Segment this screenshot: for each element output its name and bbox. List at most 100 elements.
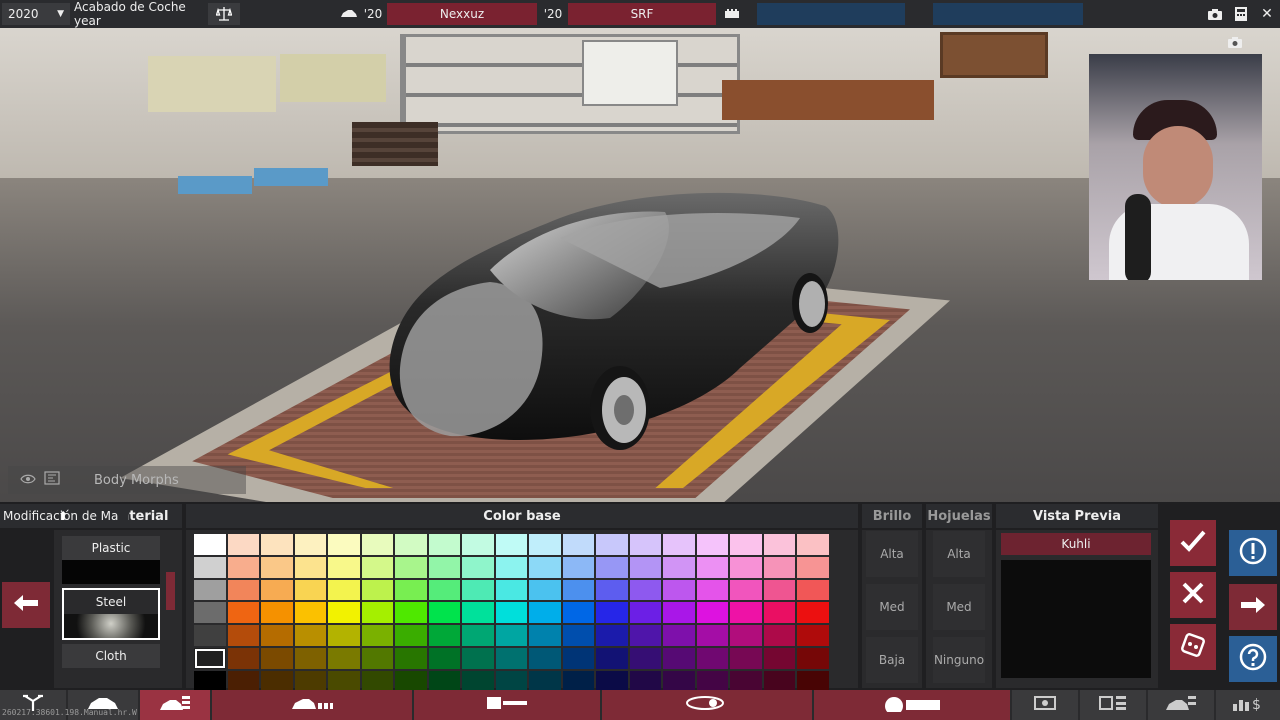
color-swatch[interactable]	[696, 602, 728, 624]
color-swatch[interactable]	[328, 625, 360, 646]
color-swatch[interactable]	[730, 556, 762, 578]
color-swatch[interactable]	[663, 647, 695, 669]
color-swatch[interactable]	[596, 647, 628, 669]
color-swatch[interactable]	[629, 647, 661, 669]
color-swatch[interactable]	[361, 579, 393, 601]
color-swatch[interactable]	[763, 670, 795, 692]
color-swatch[interactable]	[529, 556, 561, 578]
color-swatch[interactable]	[361, 625, 393, 646]
color-swatch[interactable]	[294, 670, 326, 692]
color-swatch[interactable]	[428, 556, 460, 578]
color-swatch[interactable]	[261, 556, 293, 578]
color-swatch[interactable]	[227, 647, 259, 669]
color-swatch[interactable]	[227, 625, 259, 646]
color-swatch[interactable]	[797, 602, 829, 624]
color-swatch[interactable]	[495, 579, 527, 601]
color-swatch[interactable]	[261, 602, 293, 624]
color-swatch[interactable]	[663, 625, 695, 646]
color-swatch[interactable]	[328, 556, 360, 578]
sliders-icon[interactable]	[44, 471, 60, 489]
color-swatch[interactable]	[495, 556, 527, 578]
randomize-button[interactable]	[1170, 624, 1216, 670]
color-swatch[interactable]	[328, 647, 360, 669]
year-selector[interactable]: 2020 ▼	[2, 3, 70, 25]
brillo-med-button[interactable]: Med	[866, 584, 918, 630]
color-swatch[interactable]	[227, 534, 259, 555]
color-swatch[interactable]	[763, 625, 795, 646]
color-swatch[interactable]	[328, 602, 360, 624]
color-swatch[interactable]	[395, 670, 427, 692]
color-swatch[interactable]	[462, 670, 494, 692]
color-swatch[interactable]	[696, 579, 728, 601]
color-swatch[interactable]	[730, 534, 762, 555]
color-swatch[interactable]	[361, 556, 393, 578]
color-swatch[interactable]	[395, 579, 427, 601]
nav-tab-interior[interactable]	[414, 690, 600, 720]
color-swatch[interactable]	[194, 579, 226, 601]
color-swatch[interactable]	[428, 579, 460, 601]
color-swatch[interactable]	[261, 579, 293, 601]
color-swatch[interactable]	[629, 534, 661, 555]
color-swatch[interactable]	[462, 534, 494, 555]
color-swatch[interactable]	[395, 534, 427, 555]
color-swatch[interactable]	[763, 534, 795, 555]
color-swatch[interactable]	[663, 670, 695, 692]
eye-icon[interactable]	[20, 473, 36, 488]
color-swatch[interactable]	[462, 647, 494, 669]
color-swatch[interactable]	[261, 670, 293, 692]
color-swatch[interactable]	[663, 579, 695, 601]
car-name-field[interactable]: Nexxuz	[387, 3, 537, 25]
nav-tab-testing[interactable]	[1148, 690, 1214, 720]
color-swatch[interactable]	[529, 670, 561, 692]
color-swatch[interactable]	[294, 625, 326, 646]
nav-tab-engine[interactable]	[1012, 690, 1078, 720]
color-swatch[interactable]	[428, 534, 460, 555]
color-swatch[interactable]	[663, 556, 695, 578]
color-swatch[interactable]	[428, 670, 460, 692]
color-swatch[interactable]	[428, 625, 460, 646]
info-alert-button[interactable]	[1229, 530, 1277, 576]
scales-icon[interactable]	[208, 3, 240, 25]
color-swatch[interactable]	[294, 602, 326, 624]
color-swatch[interactable]	[797, 625, 829, 646]
color-swatch[interactable]	[261, 534, 293, 555]
color-swatch[interactable]	[361, 602, 393, 624]
calculator-icon[interactable]	[1228, 3, 1254, 25]
color-swatch[interactable]	[227, 579, 259, 601]
color-swatch[interactable]	[696, 670, 728, 692]
camera-icon[interactable]	[1202, 3, 1228, 25]
color-swatch[interactable]	[294, 579, 326, 601]
preview-name-field[interactable]: Kuhli	[1001, 533, 1151, 555]
color-swatch[interactable]	[495, 534, 527, 555]
color-swatch[interactable]	[730, 625, 762, 646]
color-swatch[interactable]	[462, 579, 494, 601]
color-swatch[interactable]	[663, 602, 695, 624]
brillo-high-button[interactable]: Alta	[866, 531, 918, 577]
color-swatch[interactable]	[797, 534, 829, 555]
color-swatch[interactable]	[227, 670, 259, 692]
color-swatch[interactable]	[596, 670, 628, 692]
color-swatch[interactable]	[596, 579, 628, 601]
color-swatch[interactable]	[227, 556, 259, 578]
hojuelas-high-button[interactable]: Alta	[933, 531, 985, 577]
color-swatch[interactable]	[495, 670, 527, 692]
color-swatch[interactable]	[763, 556, 795, 578]
nav-tab-finance[interactable]: $	[1216, 690, 1280, 720]
color-swatch[interactable]	[797, 579, 829, 601]
color-swatch[interactable]	[261, 647, 293, 669]
color-swatch[interactable]	[261, 625, 293, 646]
color-swatch[interactable]	[562, 670, 594, 692]
color-swatch[interactable]	[194, 602, 226, 624]
nav-tab-wheels[interactable]	[814, 690, 1010, 720]
color-swatch[interactable]	[294, 534, 326, 555]
color-swatch[interactable]	[194, 670, 226, 692]
car-model[interactable]	[380, 178, 850, 468]
color-swatch[interactable]	[462, 625, 494, 646]
color-swatch[interactable]	[194, 556, 226, 578]
hojuelas-med-button[interactable]: Med	[933, 584, 985, 630]
color-swatch[interactable]	[328, 579, 360, 601]
next-button[interactable]	[1229, 584, 1277, 630]
color-swatch[interactable]	[629, 579, 661, 601]
color-swatch[interactable]	[696, 625, 728, 646]
color-swatch[interactable]	[596, 602, 628, 624]
